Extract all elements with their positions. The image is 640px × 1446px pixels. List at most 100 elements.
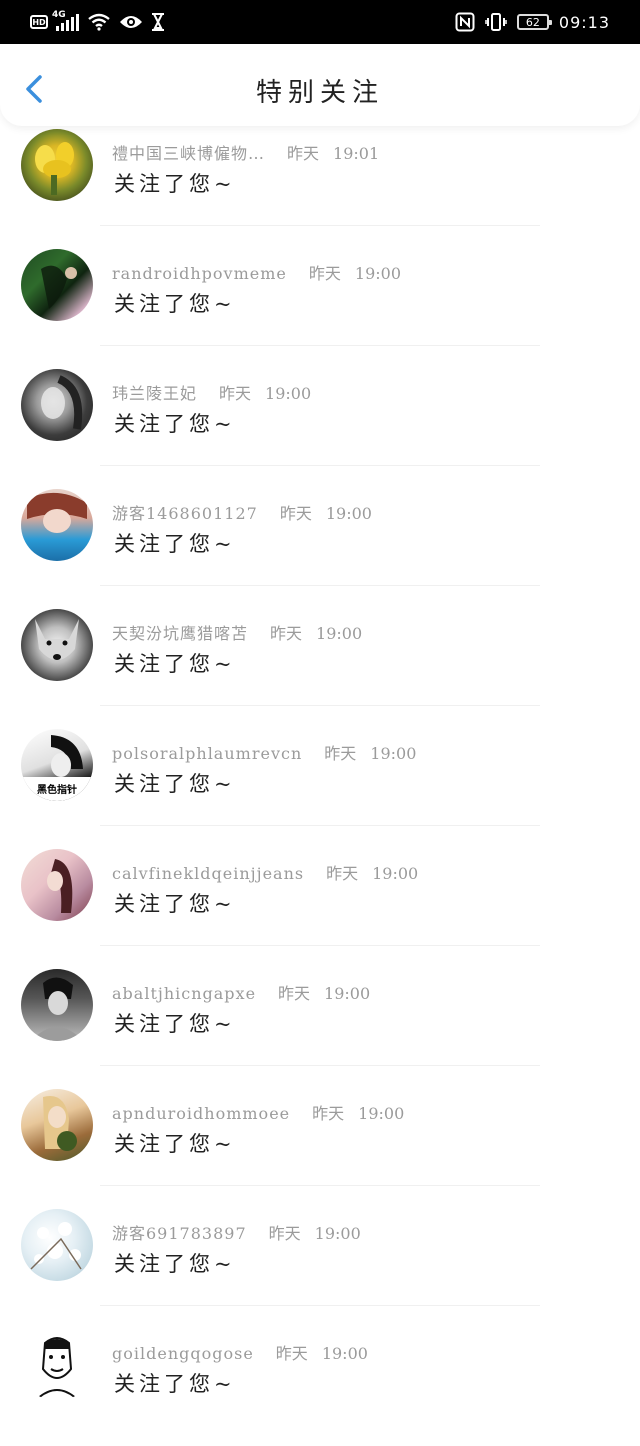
wifi-icon <box>88 13 110 31</box>
item-action: 关注了您~ <box>114 1132 236 1156</box>
user-name[interactable]: 游客1468601127 <box>112 504 258 523</box>
list-item[interactable]: randroidhpovmeme 昨天 19:00 关注了您~ <box>0 246 640 366</box>
avatar[interactable] <box>21 369 93 441</box>
divider <box>100 1185 540 1186</box>
list-item[interactable]: 游客1468601127 昨天 19:00 关注了您~ <box>0 486 640 606</box>
page-title: 特别关注 <box>255 78 384 108</box>
item-action: 关注了您~ <box>114 532 236 556</box>
avatar[interactable] <box>21 1329 93 1401</box>
battery-icon: 62 <box>516 14 552 30</box>
item-date: 昨天 <box>279 504 312 523</box>
user-name[interactable]: polsoralphlaumrevcn <box>112 744 302 763</box>
item-date: 昨天 <box>219 384 252 403</box>
divider <box>100 705 540 706</box>
list-item[interactable]: apnduroidhommoee 昨天 19:00 关注了您~ <box>0 1086 640 1206</box>
user-name[interactable]: goildengqogose <box>112 1344 254 1363</box>
avatar[interactable] <box>21 249 93 321</box>
divider <box>100 225 540 226</box>
nfc-icon <box>455 12 475 32</box>
item-action: 关注了您~ <box>114 1012 236 1036</box>
item-action: 关注了您~ <box>114 892 236 916</box>
signal-icon: 4G <box>52 10 79 31</box>
item-date: 昨天 <box>278 984 311 1003</box>
user-name[interactable]: abaltjhicngapxe <box>112 984 256 1003</box>
list-item[interactable]: 玮兰陵王妃 昨天 19:00 关注了您~ <box>0 366 640 486</box>
item-date: 昨天 <box>326 864 359 883</box>
user-name[interactable]: calvfinekldqeinjjeans <box>112 864 304 883</box>
header: 特别关注 <box>0 44 640 126</box>
divider <box>100 465 540 466</box>
item-date: 昨天 <box>275 1344 308 1363</box>
item-date: 昨天 <box>324 744 357 763</box>
item-time: 19:00 <box>358 1104 405 1123</box>
avatar[interactable] <box>21 129 93 201</box>
list-item[interactable]: 游客691783897 昨天 19:00 关注了您~ <box>0 1206 640 1326</box>
avatar[interactable] <box>21 849 93 921</box>
item-meta: abaltjhicngapxe 昨天 19:00 <box>112 980 370 1004</box>
item-action: 关注了您~ <box>114 1252 236 1276</box>
avatar-caption: 黑色指针 <box>37 783 77 796</box>
avatar[interactable] <box>21 1089 93 1161</box>
item-date: 昨天 <box>268 1224 301 1243</box>
user-name[interactable]: randroidhpovmeme <box>112 264 287 283</box>
user-name[interactable]: 天契汾坑鹰猎喀苫 <box>112 624 248 643</box>
item-action: 关注了您~ <box>114 772 236 796</box>
item-time: 19:01 <box>333 144 380 163</box>
divider <box>100 945 540 946</box>
list-item[interactable]: 天契汾坑鹰猎喀苫 昨天 19:00 关注了您~ <box>0 606 640 726</box>
item-action: 关注了您~ <box>114 652 236 676</box>
item-meta: goildengqogose 昨天 19:00 <box>112 1340 368 1364</box>
divider <box>100 1065 540 1066</box>
item-date: 昨天 <box>308 264 341 283</box>
vibrate-icon <box>485 13 507 31</box>
list-item[interactable]: 黑色指针 polsoralphlaumrevcn 昨天 19:00 关注了您~ <box>0 726 640 846</box>
user-name[interactable]: 禮中国三峡博僱物… <box>112 144 265 163</box>
status-bar: HD 4G 62 09:13 <box>0 0 640 44</box>
hourglass-icon <box>152 13 164 31</box>
divider <box>100 345 540 346</box>
clock: 09:13 <box>558 12 610 32</box>
list-item[interactable]: abaltjhicngapxe 昨天 19:00 关注了您~ <box>0 966 640 1086</box>
avatar[interactable]: 黑色指针 <box>21 729 93 801</box>
user-name[interactable]: 玮兰陵王妃 <box>112 384 197 403</box>
item-meta: apnduroidhommoee 昨天 19:00 <box>112 1100 404 1124</box>
item-time: 19:00 <box>372 864 419 883</box>
item-time: 19:00 <box>316 624 363 643</box>
divider <box>100 1305 540 1306</box>
item-time: 19:00 <box>324 984 371 1003</box>
item-meta: 天契汾坑鹰猎喀苫 昨天 19:00 <box>112 620 362 644</box>
avatar[interactable] <box>21 1209 93 1281</box>
item-meta: 玮兰陵王妃 昨天 19:00 <box>112 380 311 404</box>
divider <box>100 585 540 586</box>
list-item[interactable]: calvfinekldqeinjjeans 昨天 19:00 关注了您~ <box>0 846 640 966</box>
item-time: 19:00 <box>370 744 417 763</box>
item-action: 关注了您~ <box>114 1372 236 1396</box>
eye-icon <box>120 16 142 28</box>
item-meta: 游客1468601127 昨天 19:00 <box>112 500 372 524</box>
item-time: 19:00 <box>325 504 372 523</box>
user-name[interactable]: 游客691783897 <box>112 1224 247 1243</box>
item-time: 19:00 <box>321 1344 368 1363</box>
item-action: 关注了您~ <box>114 412 236 436</box>
item-date: 昨天 <box>312 1104 345 1123</box>
list-item[interactable]: 禮中国三峡博僱物… 昨天 19:01 关注了您~ <box>0 126 640 246</box>
avatar[interactable] <box>21 609 93 681</box>
list-item[interactable]: goildengqogose 昨天 19:00 关注了您~ <box>0 1326 640 1446</box>
avatar[interactable] <box>21 489 93 561</box>
hd-icon: HD <box>30 15 48 29</box>
item-meta: randroidhpovmeme 昨天 19:00 <box>112 260 401 284</box>
item-meta: polsoralphlaumrevcn 昨天 19:00 <box>112 740 416 764</box>
item-date: 昨天 <box>270 624 303 643</box>
divider <box>100 825 540 826</box>
item-action: 关注了您~ <box>114 172 236 196</box>
item-date: 昨天 <box>287 144 320 163</box>
item-meta: calvfinekldqeinjjeans 昨天 19:00 <box>112 860 418 884</box>
user-name[interactable]: apnduroidhommoee <box>112 1104 290 1123</box>
item-time: 19:00 <box>265 384 312 403</box>
item-time: 19:00 <box>354 264 401 283</box>
network-type: 4G <box>52 10 66 20</box>
item-time: 19:00 <box>314 1224 361 1243</box>
item-meta: 禮中国三峡博僱物… 昨天 19:01 <box>112 140 379 164</box>
avatar[interactable] <box>21 969 93 1041</box>
item-meta: 游客691783897 昨天 19:00 <box>112 1220 361 1244</box>
